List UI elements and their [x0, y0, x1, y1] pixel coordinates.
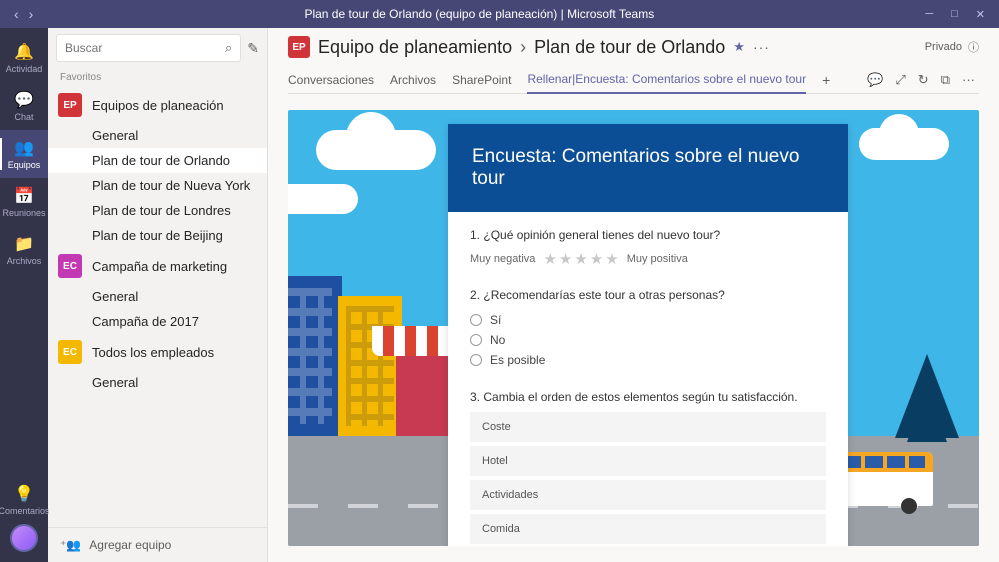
search-icon: ⌕ — [225, 40, 232, 56]
rail-item-actividad[interactable]: 🔔Actividad — [0, 34, 48, 82]
channel-item[interactable]: Plan de tour de Nueva York — [48, 173, 267, 198]
main-area: EP Equipo de planeamiento › Plan de tour… — [268, 28, 999, 562]
tab-more-icon[interactable]: ··· — [962, 72, 975, 88]
question-3: 3. Cambia el orden de estos elementos se… — [470, 390, 826, 544]
expand-icon[interactable]: ⤢ — [895, 72, 905, 88]
channel-item[interactable]: Plan de tour de Beijing — [48, 223, 267, 248]
rail-icon: 👥 — [14, 138, 34, 158]
lightbulb-icon: 💡 — [14, 484, 34, 504]
compose-icon[interactable]: ✎ — [247, 40, 259, 57]
window-maximize[interactable]: □ — [951, 8, 958, 21]
form-canvas: Encuesta: Comentarios sobre el nuevo tou… — [288, 110, 979, 546]
rank-item[interactable]: Comida — [470, 514, 826, 544]
window-minimize[interactable]: ─ — [925, 8, 933, 21]
star-rating[interactable]: ★★★★★ — [543, 250, 618, 268]
team-name: Campaña de marketing — [92, 259, 227, 274]
star-icon[interactable]: ★ — [559, 250, 572, 268]
tab-form[interactable]: Rellenar|Encuesta: Comentarios sobre el … — [527, 66, 806, 94]
channel-item[interactable]: General — [48, 123, 267, 148]
add-team-button[interactable]: ⁺👥 Agregar equipo — [48, 527, 267, 562]
star-icon[interactable]: ★ — [574, 250, 587, 268]
team-header[interactable]: EP Equipos de planeación — [48, 87, 267, 123]
channel-item[interactable]: General — [48, 284, 267, 309]
rank-item[interactable]: Coste — [470, 412, 826, 442]
breadcrumb-channel[interactable]: Plan de tour de Orlando — [534, 37, 725, 58]
nav-forward[interactable]: › — [29, 6, 34, 22]
radio-option[interactable]: Sí — [470, 310, 826, 330]
titlebar: ‹ › Plan de tour de Orlando (equipo de p… — [0, 0, 999, 28]
rail-item-archivos[interactable]: 📁Archivos — [0, 226, 48, 274]
window-close[interactable]: ✕ — [976, 8, 985, 21]
tab-sharepoint[interactable]: SharePoint — [452, 67, 511, 93]
add-team-icon: ⁺👥 — [60, 538, 81, 552]
team-name: Equipos de planeación — [92, 98, 224, 113]
nav-back[interactable]: ‹ — [14, 6, 19, 22]
radio-icon — [470, 334, 482, 346]
breadcrumb-team[interactable]: Equipo de planeamiento — [318, 37, 512, 58]
rail-feedback[interactable]: 💡 Comentarios — [0, 476, 48, 524]
team-name: Todos los empleados — [92, 345, 214, 360]
app-rail: 🔔Actividad💬Chat👥Equipos📅Reuniones📁Archiv… — [0, 28, 48, 562]
rating-high-label: Muy positiva — [627, 253, 688, 265]
rank-item[interactable]: Hotel — [470, 446, 826, 476]
rail-item-chat[interactable]: 💬Chat — [0, 82, 48, 130]
rank-item[interactable]: Actividades — [470, 480, 826, 510]
rail-item-reuniones[interactable]: 📅Reuniones — [0, 178, 48, 226]
refresh-icon[interactable]: ↻ — [918, 72, 929, 88]
cloud-decoration — [288, 184, 358, 214]
rail-item-equipos[interactable]: 👥Equipos — [0, 130, 48, 178]
search-field[interactable] — [65, 41, 225, 55]
team-header[interactable]: EC Todos los empleados — [48, 334, 267, 370]
cloud-decoration — [316, 130, 436, 170]
radio-option[interactable]: Es posible — [470, 350, 826, 370]
question-1: 1. ¿Qué opinión general tienes del nuevo… — [470, 228, 826, 268]
survey-form: Encuesta: Comentarios sobre el nuevo tou… — [448, 124, 848, 546]
question-2: 2. ¿Recomendarías este tour a otras pers… — [470, 288, 826, 370]
more-options[interactable]: ··· — [753, 39, 770, 55]
info-icon[interactable]: ⓘ — [968, 39, 979, 55]
star-icon[interactable]: ★ — [543, 250, 556, 268]
team-badge: EP — [288, 36, 310, 58]
reply-icon[interactable]: 💬 — [867, 72, 883, 88]
channel-item[interactable]: Campaña de 2017 — [48, 309, 267, 334]
form-title: Encuesta: Comentarios sobre el nuevo tou… — [448, 124, 848, 212]
star-icon[interactable]: ★ — [605, 250, 618, 268]
privacy-label: Privado — [925, 41, 962, 53]
popout-icon[interactable]: ⧉ — [941, 72, 950, 88]
favorites-label: Favoritos — [48, 68, 267, 87]
sidebar: ⌕ ✎ Favoritos EP Equipos de planeación Gen… — [48, 28, 268, 562]
channel-tabs: Conversaciones Archivos SharePoint Rellena… — [288, 66, 979, 94]
add-tab-button[interactable]: + — [822, 72, 830, 88]
tab-archivos[interactable]: Archivos — [390, 67, 436, 93]
team-header[interactable]: EC Campaña de marketing — [48, 248, 267, 284]
favorite-star-icon[interactable]: ★ — [733, 39, 745, 55]
channel-item[interactable]: Plan de tour de Londres — [48, 198, 267, 223]
radio-icon — [470, 314, 482, 326]
building-decoration — [288, 276, 342, 436]
tree-decoration — [895, 354, 959, 438]
window-title: Plan de tour de Orlando (equipo de plane… — [47, 7, 911, 21]
building-decoration — [338, 296, 402, 436]
star-icon[interactable]: ★ — [590, 250, 603, 268]
team-avatar: EC — [58, 340, 82, 364]
cloud-decoration — [859, 128, 949, 160]
radio-icon — [470, 354, 482, 366]
channel-item[interactable]: Plan de tour de Orlando — [48, 148, 267, 173]
rail-icon: 💬 — [14, 90, 34, 110]
user-avatar[interactable] — [10, 524, 38, 552]
tab-conversaciones[interactable]: Conversaciones — [288, 67, 374, 93]
breadcrumb: EP Equipo de planeamiento › Plan de tour… — [288, 36, 979, 58]
radio-option[interactable]: No — [470, 330, 826, 350]
rail-icon: 📅 — [14, 186, 34, 206]
channel-item[interactable]: General — [48, 370, 267, 395]
team-avatar: EC — [58, 254, 82, 278]
rail-icon: 📁 — [14, 234, 34, 254]
rating-low-label: Muy negativa — [470, 253, 535, 265]
team-avatar: EP — [58, 93, 82, 117]
search-input[interactable]: ⌕ — [56, 34, 241, 62]
rail-icon: 🔔 — [14, 42, 34, 62]
